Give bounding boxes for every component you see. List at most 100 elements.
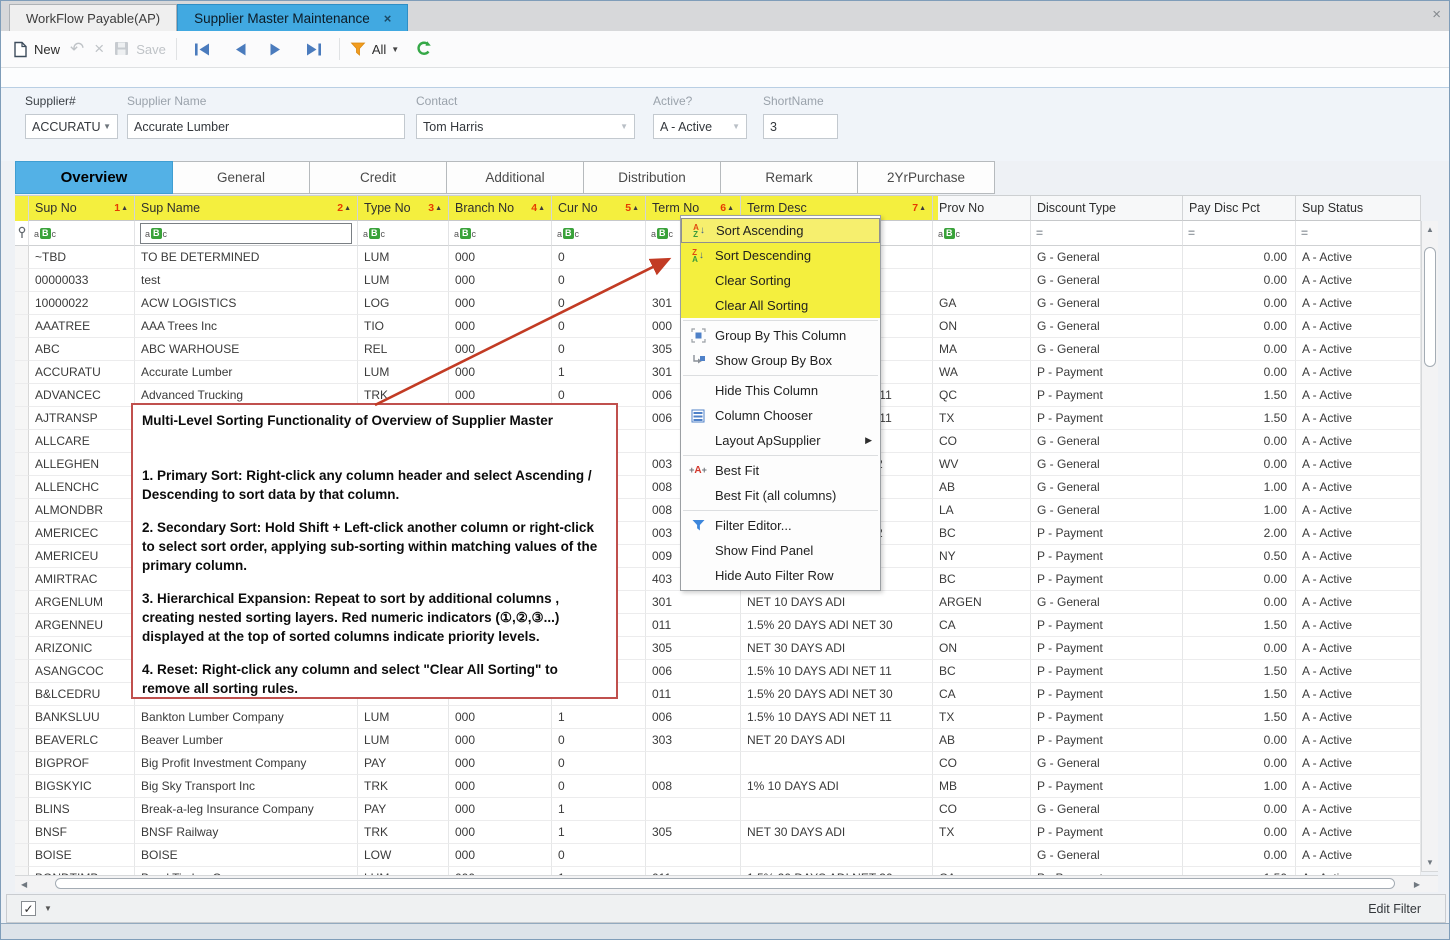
grid-cell[interactable]: A - Active [1296, 545, 1421, 568]
grid-cell[interactable]: 10000022 [29, 292, 135, 315]
grid-cell[interactable]: Big Profit Investment Company [135, 752, 358, 775]
grid-cell[interactable]: P - Payment [1031, 660, 1183, 683]
grid-cell[interactable]: ALLCARE [29, 430, 135, 453]
grid-cell[interactable]: BANKSLUU [29, 706, 135, 729]
grid-cell[interactable]: A - Active [1296, 269, 1421, 292]
grid-cell[interactable]: TX [933, 706, 1031, 729]
grid-cell[interactable]: 000 [449, 867, 552, 875]
grid-cell[interactable]: 1.50 [1183, 867, 1296, 875]
grid-cell[interactable]: TO BE DETERMINED [135, 246, 358, 269]
grid-cell[interactable]: AMERICEC [29, 522, 135, 545]
grid-cell[interactable]: BONDTIMB [29, 867, 135, 875]
grid-cell[interactable]: 00000033 [29, 269, 135, 292]
grid-cell[interactable]: A - Active [1296, 729, 1421, 752]
grid-cell[interactable]: TIO [358, 315, 449, 338]
filter-input-focused[interactable]: aBc [140, 223, 352, 244]
grid-cell[interactable]: WV [933, 453, 1031, 476]
grid-cell[interactable]: BOISE [135, 844, 358, 867]
grid-cell[interactable]: 011 [646, 683, 741, 706]
grid-cell[interactable]: AAATREE [29, 315, 135, 338]
grid-cell[interactable]: ON [933, 637, 1031, 660]
grid-cell[interactable] [741, 752, 933, 775]
grid-cell[interactable]: G - General [1031, 315, 1183, 338]
grid-cell[interactable]: REL [358, 338, 449, 361]
grid-row[interactable]: BEAVERLCBeaver LumberLUM0000303NET 20 DA… [15, 729, 1421, 752]
grid-cell[interactable]: ARGENNEU [29, 614, 135, 637]
grid-cell[interactable]: P - Payment [1031, 522, 1183, 545]
grid-cell[interactable]: 006 [646, 706, 741, 729]
tab-supplier-master-maintenance[interactable]: Supplier Master Maintenance × [177, 4, 408, 31]
grid-cell[interactable]: CO [933, 752, 1031, 775]
tab-remark[interactable]: Remark [721, 161, 858, 194]
column-header-cur-no[interactable]: Cur No5▲ [552, 196, 646, 221]
grid-cell[interactable]: A - Active [1296, 338, 1421, 361]
grid-cell[interactable]: 006 [646, 660, 741, 683]
grid-cell[interactable]: QC [933, 384, 1031, 407]
chevron-down-icon[interactable]: ▼ [44, 904, 52, 913]
horizontal-scroll-thumb[interactable] [55, 878, 1395, 889]
grid-cell[interactable]: P - Payment [1031, 545, 1183, 568]
grid-cell[interactable]: 0 [552, 338, 646, 361]
new-button[interactable]: New [13, 41, 60, 58]
grid-cell[interactable] [646, 798, 741, 821]
grid-cell[interactable]: NY [933, 545, 1031, 568]
grid-cell[interactable]: 0 [552, 729, 646, 752]
grid-cell[interactable]: G - General [1031, 591, 1183, 614]
grid-cell[interactable]: ALLEGHEN [29, 453, 135, 476]
grid-cell[interactable]: 0.00 [1183, 752, 1296, 775]
menu-item-sort-descending[interactable]: ZA↓Sort Descending [681, 243, 880, 268]
grid-cell[interactable]: 1.5% 20 DAYS ADI NET 30 [741, 614, 933, 637]
grid-cell[interactable]: G - General [1031, 292, 1183, 315]
grid-cell[interactable]: NET 20 DAYS ADI [741, 729, 933, 752]
filter-cell-prov-no[interactable]: aBc [933, 221, 1031, 246]
tab-additional[interactable]: Additional [447, 161, 584, 194]
grid-cell[interactable]: 000 [449, 775, 552, 798]
grid-cell[interactable]: CA [933, 683, 1031, 706]
grid-row[interactable]: BANKSLUUBankton Lumber CompanyLUM0001006… [15, 706, 1421, 729]
grid-cell[interactable]: LUM [358, 729, 449, 752]
grid-cell[interactable]: 000 [449, 269, 552, 292]
grid-row[interactable]: BOISEBOISELOW0000G - General0.00A - Acti… [15, 844, 1421, 867]
scroll-up-icon[interactable]: ▲ [1422, 225, 1438, 234]
grid-cell[interactable]: 000 [449, 315, 552, 338]
grid-cell[interactable] [646, 844, 741, 867]
grid-cell[interactable]: ADVANCEC [29, 384, 135, 407]
grid-cell[interactable]: AMIRTRAC [29, 568, 135, 591]
grid-cell[interactable]: A - Active [1296, 246, 1421, 269]
grid-cell[interactable]: 1.00 [1183, 499, 1296, 522]
grid-cell[interactable]: 1.50 [1183, 683, 1296, 706]
tab-close-icon[interactable]: × [384, 11, 392, 26]
grid-cell[interactable]: 303 [646, 729, 741, 752]
menu-item-filter-editor[interactable]: Filter Editor... [681, 513, 880, 538]
grid-cell[interactable]: G - General [1031, 476, 1183, 499]
grid-cell[interactable]: TX [933, 821, 1031, 844]
grid-cell[interactable]: MB [933, 775, 1031, 798]
grid-cell[interactable]: P - Payment [1031, 614, 1183, 637]
grid-cell[interactable]: P - Payment [1031, 729, 1183, 752]
grid-cell[interactable]: P - Payment [1031, 867, 1183, 875]
filter-cell-sup-name[interactable]: aBc [135, 221, 358, 246]
grid-cell[interactable]: A - Active [1296, 568, 1421, 591]
grid-cell[interactable]: CO [933, 430, 1031, 453]
scroll-down-icon[interactable]: ▼ [1422, 858, 1438, 867]
grid-cell[interactable]: 0 [552, 315, 646, 338]
column-header-sup-name[interactable]: Sup Name2▲ [135, 196, 358, 221]
grid-cell[interactable]: 0 [552, 775, 646, 798]
grid-cell[interactable]: 0.00 [1183, 430, 1296, 453]
grid-cell[interactable]: ALLENCHC [29, 476, 135, 499]
grid-row[interactable]: BIGSKYICBig Sky Transport IncTRK00000081… [15, 775, 1421, 798]
grid-cell[interactable]: 0.00 [1183, 821, 1296, 844]
filter-enabled-checkbox[interactable]: ✓ [21, 901, 36, 916]
grid-cell[interactable] [933, 246, 1031, 269]
grid-cell[interactable] [933, 844, 1031, 867]
grid-cell[interactable]: A - Active [1296, 453, 1421, 476]
grid-cell[interactable]: 0 [552, 269, 646, 292]
grid-cell[interactable]: CO [933, 798, 1031, 821]
grid-cell[interactable]: A - Active [1296, 292, 1421, 315]
grid-cell[interactable]: 1.5% 10 DAYS ADI NET 11 [741, 706, 933, 729]
grid-row[interactable]: BLINSBreak-a-leg Insurance CompanyPAY000… [15, 798, 1421, 821]
grid-cell[interactable]: 301 [646, 591, 741, 614]
menu-item-show-group-by-box[interactable]: Show Group By Box [681, 348, 880, 373]
grid-cell[interactable]: 0.00 [1183, 798, 1296, 821]
grid-cell[interactable]: LUM [358, 706, 449, 729]
